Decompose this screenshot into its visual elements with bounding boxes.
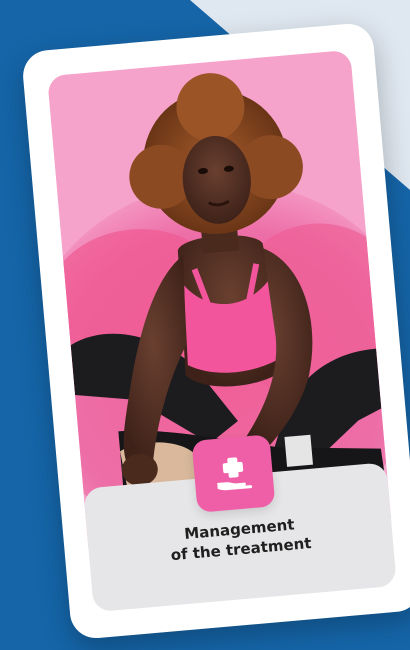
treatment-badge: [191, 434, 276, 513]
feature-card[interactable]: Management of the treatment: [20, 21, 410, 641]
hand-with-medical-cross-icon: [217, 457, 253, 491]
